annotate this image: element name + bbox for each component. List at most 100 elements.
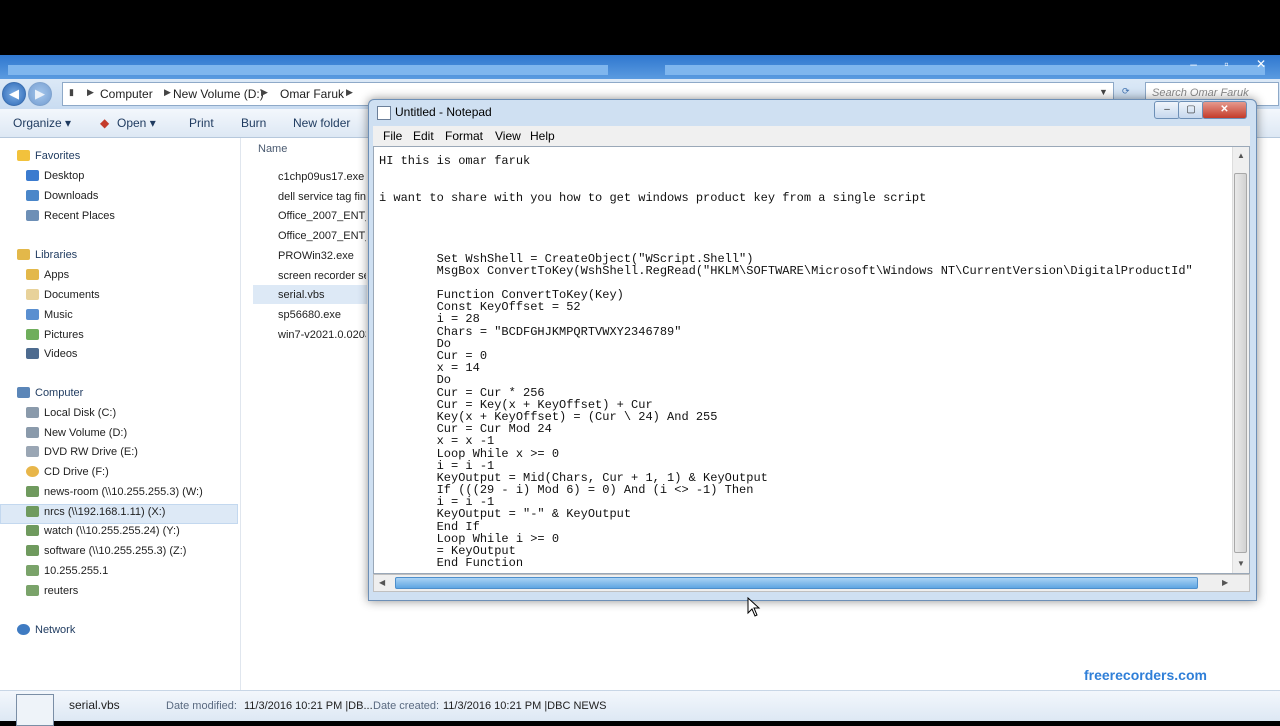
close-button[interactable]: ✕: [1256, 57, 1266, 71]
notepad-maximize-button[interactable]: ▢: [1178, 101, 1204, 119]
notepad-line: Do: [379, 373, 452, 388]
network-drive-icon: [26, 525, 39, 536]
nav-documents[interactable]: Documents: [26, 289, 100, 301]
chevron-right-icon[interactable]: ▶: [346, 87, 353, 98]
script-file-icon: [16, 694, 54, 726]
notepad-window: Untitled - Notepad ‒ ▢ ✕ File Edit Forma…: [368, 99, 1257, 601]
notepad-line: [379, 228, 1193, 240]
notepad-line: x = x -1: [379, 434, 495, 449]
forward-button[interactable]: ▶: [28, 82, 52, 106]
notepad-line: i = 28: [379, 312, 480, 327]
notepad-close-button[interactable]: ✕: [1202, 101, 1247, 119]
nav-pictures[interactable]: Pictures: [26, 329, 84, 341]
nav-network-location-reuters[interactable]: reuters: [26, 585, 78, 597]
notepad-line: [379, 240, 1193, 252]
notepad-line: Const KeyOffset = 52: [379, 300, 581, 315]
notepad-line: Set WshShell = CreateObject("WScript.She…: [379, 251, 754, 266]
menu-view[interactable]: View: [495, 129, 521, 143]
chevron-right-icon[interactable]: ▶: [164, 87, 171, 98]
burn-button[interactable]: Burn: [241, 116, 266, 130]
nav-downloads[interactable]: Downloads: [26, 190, 98, 202]
vertical-scroll-thumb[interactable]: [1234, 173, 1247, 553]
chevron-right-icon[interactable]: ▶: [261, 87, 268, 98]
network-drive-icon: [26, 545, 39, 556]
dvd-drive-icon: [26, 446, 39, 457]
nav-network-drive-z[interactable]: software (\\10.255.255.3) (Z:): [26, 545, 186, 557]
notepad-text: HI this is omar faruk i want to share wit…: [379, 155, 1193, 570]
notepad-line: End If: [379, 519, 480, 534]
notepad-line: x = 14: [379, 361, 480, 376]
file-item[interactable]: dell service tag finder: [278, 191, 366, 203]
menu-format[interactable]: Format: [445, 129, 483, 143]
cd-drive-icon: [26, 466, 39, 477]
scroll-up-arrow-icon[interactable]: ▲: [1237, 151, 1245, 160]
notepad-line: Chars = "BCDFGHJKMPQRTVWXY2346789": [379, 324, 682, 339]
nav-network-drive-w[interactable]: news-room (\\10.255.255.3) (W:): [26, 486, 203, 498]
nav-music[interactable]: Music: [26, 309, 73, 321]
chevron-right-icon[interactable]: ▶: [87, 87, 94, 98]
notepad-line: Cur = Cur Mod 24: [379, 422, 552, 437]
file-item[interactable]: c1chp09us17.exe: [278, 171, 366, 183]
breadcrumb-computer[interactable]: Computer: [100, 87, 153, 101]
file-item-selected[interactable]: serial.vbs: [278, 289, 366, 301]
file-item[interactable]: Office_2007_ENT_V: [278, 230, 366, 242]
nav-libraries[interactable]: Libraries: [17, 249, 77, 261]
scroll-left-arrow-icon[interactable]: ◀: [379, 578, 385, 587]
file-item[interactable]: Office_2007_ENT_V: [278, 210, 366, 222]
notepad-minimize-button[interactable]: ‒: [1154, 101, 1180, 119]
notepad-title: Untitled - Notepad: [395, 105, 492, 119]
chevron-down-icon[interactable]: ▼: [1099, 87, 1108, 97]
maximize-button[interactable]: ▫: [1224, 57, 1228, 71]
nav-favorites[interactable]: Favorites: [17, 150, 80, 162]
notepad-line: Cur = Cur * 256: [379, 385, 545, 400]
file-item[interactable]: PROWin32.exe: [278, 250, 366, 262]
breadcrumb-volume[interactable]: New Volume (D:): [173, 87, 264, 101]
notepad-text-area[interactable]: HI this is omar faruk i want to share wit…: [373, 146, 1250, 574]
network-location-icon: [26, 565, 39, 576]
nav-desktop[interactable]: Desktop: [26, 170, 84, 182]
refresh-icon[interactable]: ⟳: [1122, 86, 1130, 97]
titlebar-glass: [8, 65, 608, 75]
notepad-line: Cur = 0: [379, 349, 488, 363]
nav-network[interactable]: Network: [17, 624, 75, 636]
nav-recent-places[interactable]: Recent Places: [26, 210, 115, 222]
nav-network-location-ip[interactable]: 10.255.255.1: [26, 565, 108, 577]
nav-apps[interactable]: Apps: [26, 269, 69, 281]
desktop-icon: [26, 170, 39, 181]
nav-dvd-rw-drive-e[interactable]: DVD RW Drive (E:): [26, 446, 138, 458]
scroll-down-arrow-icon[interactable]: ▼: [1237, 559, 1245, 568]
nav-computer[interactable]: Computer: [17, 387, 83, 399]
music-icon: [26, 309, 39, 320]
nav-new-volume-d[interactable]: New Volume (D:): [26, 427, 127, 439]
print-button[interactable]: Print: [189, 116, 214, 130]
folder-icon: ▮: [69, 87, 74, 97]
drive-icon: [26, 407, 39, 418]
nav-local-disk-c[interactable]: Local Disk (C:): [26, 407, 116, 419]
nav-videos[interactable]: Videos: [26, 348, 77, 360]
horizontal-scrollbar[interactable]: ◀ ▶: [373, 574, 1250, 592]
menu-file[interactable]: File: [383, 129, 402, 143]
navigation-pane: Favorites Desktop Downloads Recent Place…: [0, 138, 241, 690]
name-column-header[interactable]: Name: [258, 143, 287, 155]
new-folder-button[interactable]: New folder: [293, 116, 350, 130]
minimize-button[interactable]: –: [1190, 57, 1197, 71]
nav-network-drive-y[interactable]: watch (\\10.255.255.24) (Y:): [26, 525, 180, 537]
vertical-scrollbar[interactable]: ▲ ▼: [1232, 147, 1249, 573]
network-location-icon: [26, 585, 39, 596]
menu-help[interactable]: Help: [530, 129, 555, 143]
menu-edit[interactable]: Edit: [413, 129, 434, 143]
file-item[interactable]: win7-v2021.0.0203: [278, 329, 366, 341]
organize-button[interactable]: Organize ▾: [13, 116, 71, 130]
open-button[interactable]: Open ▾: [117, 116, 156, 130]
notepad-line: [379, 167, 1193, 179]
date-created-value: 11/3/2016 10:21 PM |DBC NEWS: [443, 700, 607, 712]
scroll-right-arrow-icon[interactable]: ▶: [1222, 578, 1228, 587]
breadcrumb-folder[interactable]: Omar Faruk: [280, 87, 344, 101]
nav-cd-drive-f[interactable]: CD Drive (F:): [26, 466, 109, 478]
file-item[interactable]: screen recorder setup: [278, 270, 366, 282]
file-item[interactable]: sp56680.exe: [278, 309, 366, 321]
horizontal-scroll-thumb[interactable]: [395, 577, 1198, 589]
nav-network-drive-x[interactable]: nrcs (\\192.168.1.11) (X:): [26, 506, 165, 518]
back-button[interactable]: ◀: [2, 82, 26, 106]
search-placeholder: Search Omar Faruk: [1152, 87, 1249, 99]
